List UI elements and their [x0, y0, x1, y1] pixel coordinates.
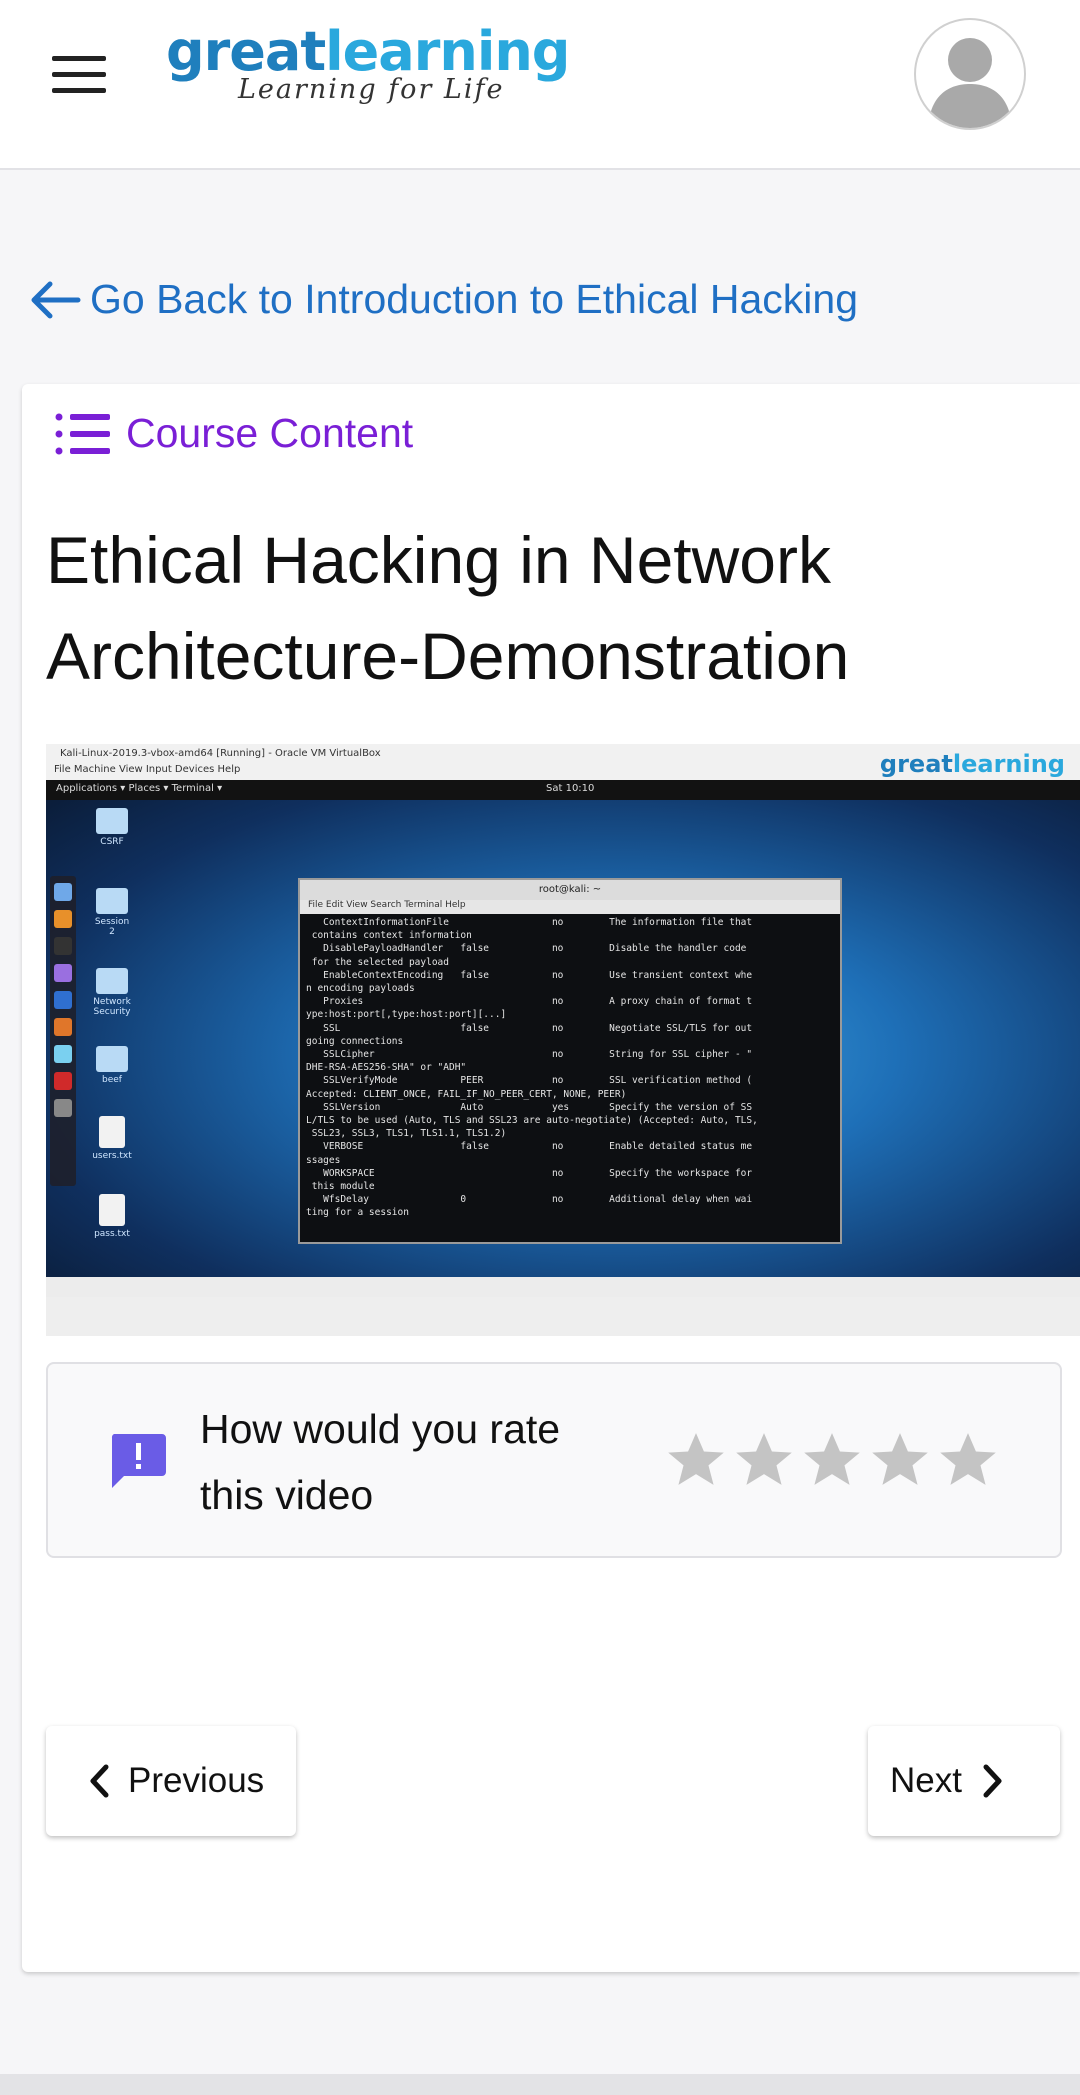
video-desktop-frame: Applications ▾ Places ▾ Terminal ▾ Sat 1…: [46, 780, 1080, 1277]
desktop-icon: users.txt: [92, 1116, 132, 1161]
list-icon: [55, 413, 110, 454]
terminal-line: EnableContextEncoding false no Use trans…: [306, 969, 753, 981]
desktop-icon: CSRF: [92, 808, 132, 847]
star-icon[interactable]: [798, 1426, 866, 1494]
vm-window-bar: Kali-Linux-2019.3-vbox-amd64 [Running] -…: [46, 744, 1080, 780]
rating-prompt: How would you rate this video: [200, 1406, 561, 1518]
back-link-label: Go Back to Introduction to Ethical Hacki…: [90, 276, 859, 322]
hamburger-icon[interactable]: [52, 56, 106, 94]
desktop-topbar-menu: Applications ▾ Places ▾ Terminal ▾: [56, 783, 223, 794]
desktop-icon-label: Session 2: [94, 917, 130, 937]
terminal-line: ting for a session: [306, 1207, 409, 1219]
terminal-line: SSLCipher no String for SSL cipher - ": [306, 1049, 753, 1061]
terminal-line: ssages: [306, 1154, 341, 1166]
vm-window-title: Kali-Linux-2019.3-vbox-amd64 [Running] -…: [60, 748, 381, 759]
desktop-icon-label: pass.txt: [94, 1229, 130, 1239]
desktop-dock: [50, 876, 76, 1186]
watermark-part-learning: learning: [952, 750, 1065, 778]
user-avatar-icon[interactable]: [914, 18, 1026, 130]
terminal-title: root@kali: ~: [300, 880, 840, 900]
terminal-line: DHE-RSA-AES256-SHA" or "ADH": [306, 1062, 467, 1074]
star-icon[interactable]: [662, 1426, 730, 1494]
previous-button[interactable]: Previous: [46, 1726, 296, 1836]
greatlearning-logo[interactable]: greatlearning Learning for Life: [166, 20, 570, 105]
star-icon[interactable]: [730, 1426, 798, 1494]
bottom-edge: [0, 2074, 1080, 2095]
arrow-left-icon: [31, 281, 81, 318]
terminal-line: for the selected payload: [306, 956, 449, 968]
next-label: Next: [890, 1761, 962, 1800]
terminal-line: VERBOSE false no Enable detailed status …: [306, 1141, 753, 1153]
desktop-topbar: Applications ▾ Places ▾ Terminal ▾ Sat 1…: [46, 780, 1080, 800]
terminal-output: ContextInformationFile no The informatio…: [300, 914, 840, 1238]
course-content-label: Course Content: [126, 410, 414, 456]
lesson-card: Course Content Ethical Hacking in Networ…: [22, 384, 1080, 1972]
terminal-line: ype:host:port[,type:host:port][...]: [306, 1009, 507, 1021]
desktop-icon-label: Network Security: [93, 997, 131, 1017]
terminal-line: WfsDelay 0 no Additional delay when wai: [306, 1194, 753, 1206]
terminal-line: DisablePayloadHandler false no Disable t…: [306, 943, 747, 955]
terminal-line: L/TLS to be used (Auto, TLS and SSL23 ar…: [306, 1115, 758, 1127]
desktop-icon-label: users.txt: [92, 1151, 132, 1161]
terminal-line: WORKSPACE no Specify the workspace for: [306, 1167, 753, 1179]
terminal-menu: File Edit View Search Terminal Help: [300, 900, 840, 914]
terminal-window: root@kali: ~ File Edit View Search Termi…: [298, 878, 842, 1244]
terminal-line: ContextInformationFile no The informatio…: [306, 917, 753, 928]
terminal-line: n encoding payloads: [306, 983, 415, 995]
desktop-icon: Network Security: [92, 968, 132, 1017]
terminal-line: this module: [306, 1181, 375, 1193]
back-to-course-link[interactable]: Go Back to Introduction to Ethical Hacki…: [30, 276, 858, 323]
terminal-line: SSLVersion Auto yes Specify the version …: [306, 1101, 753, 1113]
star-icon[interactable]: [934, 1426, 1002, 1494]
terminal-line: going connections: [306, 1035, 404, 1047]
lesson-title: Ethical Hacking in Network Architecture-…: [46, 523, 850, 693]
chevron-left-icon: [90, 1764, 109, 1798]
desktop-icon: Session 2: [92, 888, 132, 937]
terminal-line: SSL false no Negotiate SSL/TLS for out: [306, 1022, 753, 1034]
feedback-icon: [111, 1434, 166, 1488]
previous-label: Previous: [128, 1761, 265, 1800]
star-icon[interactable]: [866, 1426, 934, 1494]
terminal-line: contains context information: [306, 930, 472, 942]
video-watermark-logo: greatlearning: [880, 750, 1065, 778]
desktop-icon: beef: [92, 1046, 132, 1085]
next-button[interactable]: Next: [868, 1726, 1060, 1836]
vm-status-bar: [46, 1277, 1080, 1297]
terminal-line: SSL23, SSL3, TLS1, TLS1.1, TLS1.2): [306, 1128, 507, 1140]
desktop-icon: pass.txt: [92, 1194, 132, 1239]
terminal-line: Accepted: CLIENT_ONCE, FAIL_IF_NO_PEER_C…: [306, 1088, 627, 1100]
desktop-icon-label: beef: [102, 1075, 122, 1085]
course-content-button[interactable]: Course Content: [54, 410, 413, 457]
video-player[interactable]: Kali-Linux-2019.3-vbox-amd64 [Running] -…: [46, 744, 1080, 1336]
desktop-clock: Sat 10:10: [546, 783, 595, 794]
vm-window-menu: File Machine View Input Devices Help: [54, 764, 241, 775]
star-rating: [662, 1426, 1002, 1494]
watermark-part-great: great: [879, 750, 953, 778]
desktop-icon-label: CSRF: [100, 837, 124, 847]
rating-panel: How would you rate this video: [46, 1362, 1062, 1558]
chevron-right-icon: [983, 1764, 1002, 1798]
app-header: greatlearning Learning for Life: [0, 0, 1080, 170]
terminal-line: Proxies no A proxy chain of format t: [306, 996, 753, 1008]
terminal-line: SSLVerifyMode PEER no SSL verification m…: [306, 1075, 753, 1087]
